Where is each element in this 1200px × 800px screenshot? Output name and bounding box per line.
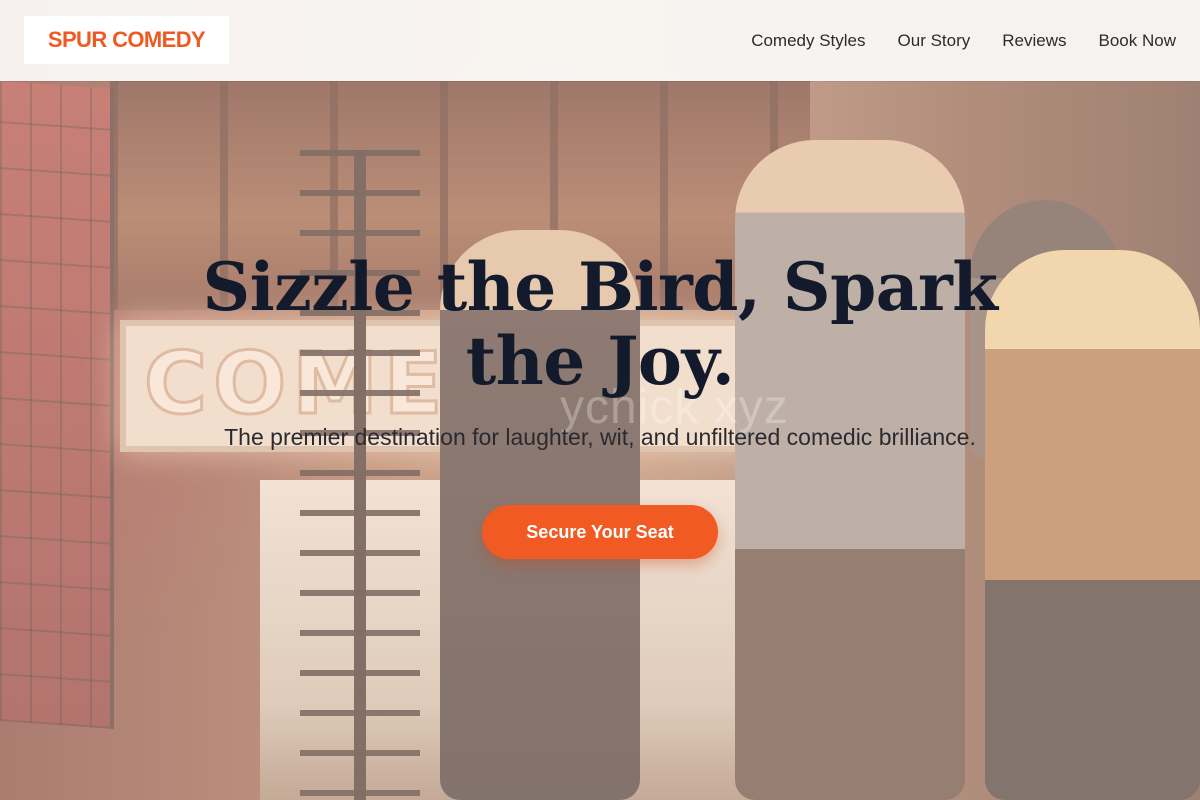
hero-content: Sizzle the Bird, Spark the Joy. The prem…	[0, 250, 1200, 453]
site-header: SPUR COMEDY Comedy Styles Our Story Revi…	[0, 0, 1200, 81]
nav-link-reviews[interactable]: Reviews	[1002, 31, 1066, 51]
nav-link-our-story[interactable]: Our Story	[898, 31, 971, 51]
nav-link-comedy-styles[interactable]: Comedy Styles	[751, 31, 865, 51]
hero-subtitle: The premier destination for laughter, wi…	[224, 424, 976, 450]
secure-seat-button[interactable]: Secure Your Seat	[482, 505, 718, 559]
logo-link[interactable]: SPUR COMEDY	[24, 16, 229, 64]
logo-text: SPUR COMEDY	[47, 27, 206, 52]
hero-title: Sizzle the Bird, Spark the Joy.	[202, 248, 999, 400]
main-nav: Comedy Styles Our Story Reviews Book Now	[751, 0, 1176, 81]
nav-link-book-now[interactable]: Book Now	[1099, 31, 1176, 51]
